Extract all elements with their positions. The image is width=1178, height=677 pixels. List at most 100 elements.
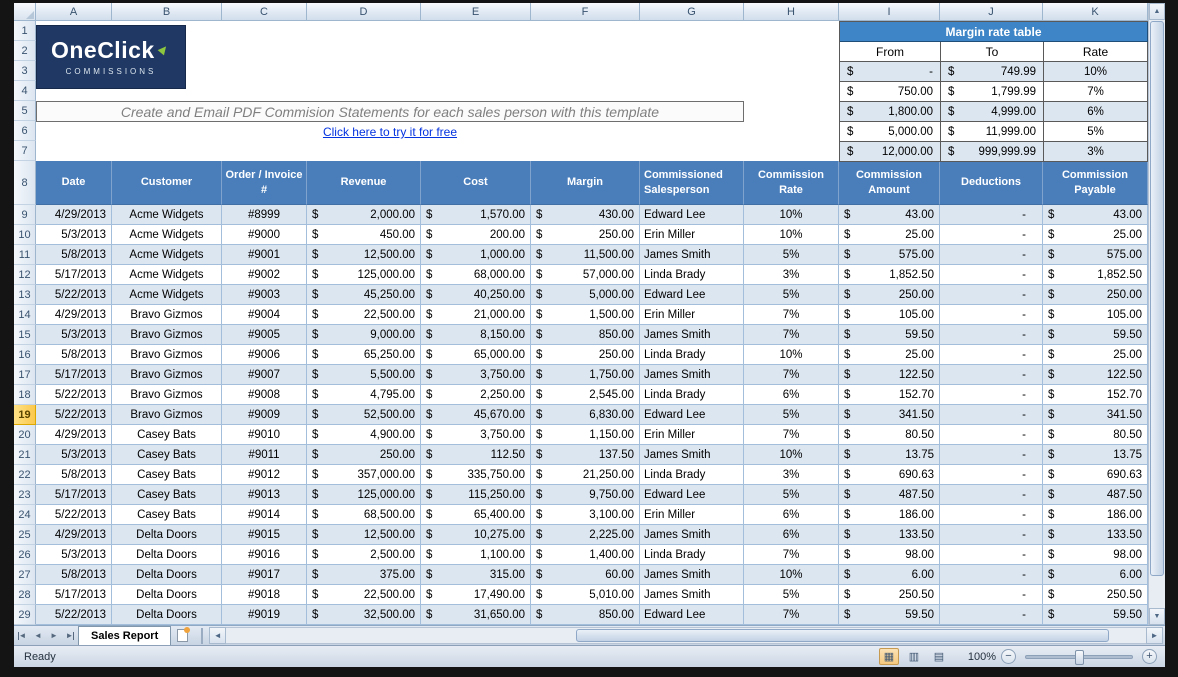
cell-customer[interactable]: Casey Bats (112, 425, 222, 445)
cell-cost[interactable]: $31,650.00 (421, 605, 531, 625)
cell-revenue[interactable]: $22,500.00 (307, 305, 421, 325)
cell-date[interactable]: 5/22/2013 (36, 285, 112, 305)
cell-cost[interactable]: $65,000.00 (421, 345, 531, 365)
row-header-29[interactable]: 29 (14, 605, 36, 625)
row-header-9[interactable]: 9 (14, 205, 36, 225)
row-header-12[interactable]: 12 (14, 265, 36, 285)
row-header-3[interactable]: 3 (14, 61, 36, 81)
tab-scroll-splitter[interactable] (201, 628, 206, 644)
cell-customer[interactable]: Acme Widgets (112, 285, 222, 305)
cell-rate[interactable]: 7% (744, 545, 839, 565)
cell-revenue[interactable]: $250.00 (307, 445, 421, 465)
cell-date[interactable]: 5/17/2013 (36, 585, 112, 605)
cell-commission-payable[interactable]: $1,852.50 (1043, 265, 1148, 285)
cell-order[interactable]: #9005 (222, 325, 307, 345)
margin-rate-cell[interactable]: 10% (1044, 62, 1148, 82)
cell-rate[interactable]: 6% (744, 385, 839, 405)
cell-customer[interactable]: Bravo Gizmos (112, 345, 222, 365)
cell-customer[interactable]: Delta Doors (112, 525, 222, 545)
cell-order[interactable]: #9001 (222, 245, 307, 265)
column-header-G[interactable]: G (640, 3, 744, 21)
select-all-corner[interactable] (14, 3, 36, 21)
cell-commission-amount[interactable]: $690.63 (839, 465, 940, 485)
cell-rate[interactable]: 10% (744, 345, 839, 365)
table-header-8[interactable]: Commission Amount (839, 161, 940, 205)
cell-commission-payable[interactable]: $98.00 (1043, 545, 1148, 565)
table-header-7[interactable]: Commission Rate (744, 161, 839, 205)
row-header-23[interactable]: 23 (14, 485, 36, 505)
cell-salesperson[interactable]: James Smith (640, 565, 744, 585)
cell-rate[interactable]: 5% (744, 485, 839, 505)
column-header-F[interactable]: F (531, 3, 640, 21)
cell-cost[interactable]: $21,000.00 (421, 305, 531, 325)
cell-date[interactable]: 5/3/2013 (36, 225, 112, 245)
table-header-4[interactable]: Cost (421, 161, 531, 205)
cell-customer[interactable]: Delta Doors (112, 605, 222, 625)
cell-cost[interactable]: $68,000.00 (421, 265, 531, 285)
cell-deductions[interactable]: - (940, 505, 1043, 525)
cell-commission-payable[interactable]: $13.75 (1043, 445, 1148, 465)
cell-rate[interactable]: 7% (744, 605, 839, 625)
cell-revenue[interactable]: $125,000.00 (307, 265, 421, 285)
cell-cost[interactable]: $45,670.00 (421, 405, 531, 425)
cell-rate[interactable]: 5% (744, 405, 839, 425)
cell-date[interactable]: 4/29/2013 (36, 205, 112, 225)
row-header-2[interactable]: 2 (14, 41, 36, 61)
cell-customer[interactable]: Casey Bats (112, 505, 222, 525)
cell-commission-amount[interactable]: $59.50 (839, 325, 940, 345)
cell-salesperson[interactable]: Edward Lee (640, 285, 744, 305)
cell-date[interactable]: 5/22/2013 (36, 605, 112, 625)
row-header-10[interactable]: 10 (14, 225, 36, 245)
margin-from-cell[interactable]: $- (840, 62, 941, 82)
cell-cost[interactable]: $1,570.00 (421, 205, 531, 225)
cell-deductions[interactable]: - (940, 585, 1043, 605)
row-header-1[interactable]: 1 (14, 21, 36, 41)
cell-commission-payable[interactable]: $80.50 (1043, 425, 1148, 445)
cell-salesperson[interactable]: Edward Lee (640, 405, 744, 425)
zoom-slider[interactable] (1025, 655, 1133, 659)
cell-commission-payable[interactable]: $250.50 (1043, 585, 1148, 605)
try-free-link[interactable]: Click here to try it for free (323, 125, 457, 139)
view-normal-icon[interactable]: ▦ (879, 648, 899, 665)
cell-salesperson[interactable]: Erin Miller (640, 505, 744, 525)
cell-customer[interactable]: Bravo Gizmos (112, 305, 222, 325)
cell-commission-payable[interactable]: $105.00 (1043, 305, 1148, 325)
cell-cost[interactable]: $17,490.00 (421, 585, 531, 605)
margin-from-cell[interactable]: $5,000.00 (840, 122, 941, 142)
cell-customer[interactable]: Bravo Gizmos (112, 365, 222, 385)
cell-rate[interactable]: 5% (744, 285, 839, 305)
cell-commission-payable[interactable]: $690.63 (1043, 465, 1148, 485)
cell-revenue[interactable]: $65,250.00 (307, 345, 421, 365)
cell-order[interactable]: #9008 (222, 385, 307, 405)
cell-order[interactable]: #9016 (222, 545, 307, 565)
row-header-21[interactable]: 21 (14, 445, 36, 465)
cell-deductions[interactable]: - (940, 465, 1043, 485)
view-page-layout-icon[interactable]: ▥ (904, 648, 924, 665)
cell-order[interactable]: #9006 (222, 345, 307, 365)
cell-date[interactable]: 5/8/2013 (36, 465, 112, 485)
cell-deductions[interactable]: - (940, 545, 1043, 565)
column-header-B[interactable]: B (112, 3, 222, 21)
cell-revenue[interactable]: $52,500.00 (307, 405, 421, 425)
cell-commission-payable[interactable]: $122.50 (1043, 365, 1148, 385)
cell-salesperson[interactable]: Linda Brady (640, 545, 744, 565)
cell-rate[interactable]: 10% (744, 225, 839, 245)
cell-order[interactable]: #9015 (222, 525, 307, 545)
cell-commission-amount[interactable]: $13.75 (839, 445, 940, 465)
zoom-level[interactable]: 100% (962, 651, 996, 663)
cell-commission-payable[interactable]: $133.50 (1043, 525, 1148, 545)
cell-commission-amount[interactable]: $575.00 (839, 245, 940, 265)
cell-order[interactable]: #9009 (222, 405, 307, 425)
cell-deductions[interactable]: - (940, 485, 1043, 505)
cell-rate[interactable]: 5% (744, 245, 839, 265)
cell-deductions[interactable]: - (940, 345, 1043, 365)
margin-from-cell[interactable]: $12,000.00 (840, 142, 941, 162)
cell-customer[interactable]: Acme Widgets (112, 205, 222, 225)
cell-deductions[interactable]: - (940, 365, 1043, 385)
cell-deductions[interactable]: - (940, 525, 1043, 545)
margin-to-cell[interactable]: $749.99 (941, 62, 1044, 82)
cell-date[interactable]: 5/3/2013 (36, 445, 112, 465)
vertical-scroll-track[interactable] (1149, 20, 1165, 608)
margin-to-cell[interactable]: $11,999.00 (941, 122, 1044, 142)
cell-date[interactable]: 5/8/2013 (36, 565, 112, 585)
